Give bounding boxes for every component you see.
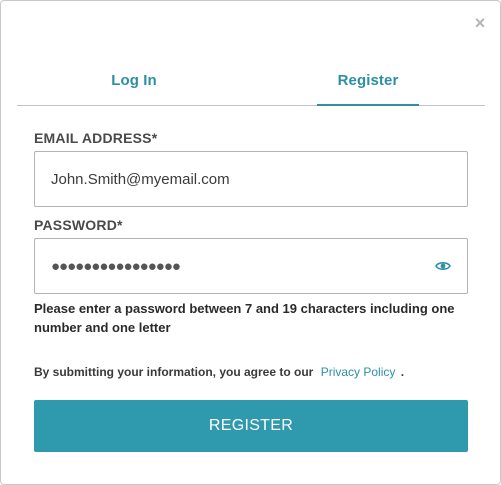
tab-log-in[interactable]: Log In [17,63,251,105]
tab-register[interactable]: Register [251,63,485,106]
email-value: John.Smith@myemail.com [51,170,230,188]
register-button[interactable]: REGISTER [34,400,468,452]
register-modal: × Log In Register EMAIL ADDRESS* John.Sm… [0,0,501,485]
password-field[interactable]: ●●●●●●●●●●●●●●●● [34,238,468,294]
privacy-policy-link[interactable]: Privacy Policy [321,365,396,379]
agreement-text: By submitting your information, you agre… [34,365,314,379]
eye-icon[interactable] [435,258,451,274]
email-label: EMAIL ADDRESS* [34,130,158,146]
auth-tabs: Log In Register [17,63,485,106]
privacy-agreement: By submitting your information, you agre… [34,365,404,379]
password-masked-value: ●●●●●●●●●●●●●●●● [51,257,181,275]
password-hint: Please enter a password between 7 and 19… [34,301,455,335]
close-icon[interactable]: × [472,14,488,32]
agreement-suffix: . [400,365,405,379]
email-field[interactable]: John.Smith@myemail.com [34,151,468,207]
password-label: PASSWORD* [34,217,123,233]
